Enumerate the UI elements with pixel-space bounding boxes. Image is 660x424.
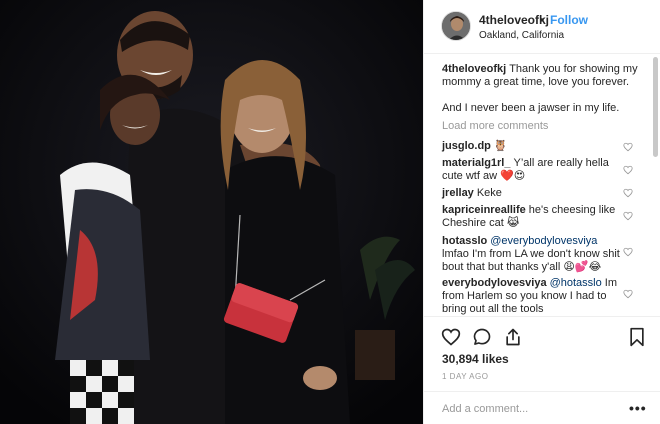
more-options-icon[interactable]: ••• xyxy=(629,400,647,416)
comment-heart-icon[interactable] xyxy=(623,165,633,175)
comment-username[interactable]: hotasslo xyxy=(442,235,487,247)
comment-item: jrellay Keke xyxy=(442,187,622,200)
avatar[interactable] xyxy=(441,11,471,41)
comment-text: 🦉 xyxy=(493,140,508,152)
caption-text-2: And I never been a jawser in my life. xyxy=(442,102,620,114)
comment-username[interactable]: jrellay xyxy=(442,187,474,199)
comments-list[interactable]: 4theloveofkj Thank you for showing my mom… xyxy=(424,55,660,316)
heart-icon xyxy=(441,328,461,346)
header-username[interactable]: 4theloveofkj xyxy=(479,13,549,27)
share-icon xyxy=(506,328,520,346)
follow-button[interactable]: Follow xyxy=(550,13,588,27)
post-photo-image xyxy=(0,0,423,424)
comment-item: everybodylovesviya @hotasslo Im from Harl… xyxy=(442,277,622,316)
comment-item: kapriceinreallife he's cheesing like Ches… xyxy=(442,204,622,230)
load-more-comments-button[interactable]: Load more comments xyxy=(442,120,548,132)
like-button[interactable] xyxy=(441,327,461,347)
comment-text: lmfao I'm from LA we don't know shit bou… xyxy=(442,248,620,273)
post-details-panel: 4theloveofkj • Follow Oakland, Californi… xyxy=(423,0,660,424)
heart-icon xyxy=(623,142,633,152)
comment-username[interactable]: kapriceinreallife xyxy=(442,204,526,216)
comment-text: Keke xyxy=(476,187,502,199)
post-header: 4theloveofkj • Follow Oakland, Californi… xyxy=(424,0,660,54)
avatar-image xyxy=(442,12,470,40)
comment-bubble-icon xyxy=(473,328,491,345)
heart-icon xyxy=(623,247,633,257)
comment-item: hotasslo @everybodylovesviya lmfao I'm fr… xyxy=(442,235,622,274)
post-actions: 30,894 likes 1 DAY AGO ••• xyxy=(424,316,660,424)
likes-count[interactable]: 30,894 likes xyxy=(442,352,509,366)
comment-item: jusglo.dp 🦉 xyxy=(442,140,622,153)
comment-heart-icon[interactable] xyxy=(623,289,633,299)
post-photo[interactable] xyxy=(0,0,423,424)
heart-icon xyxy=(623,289,633,299)
save-button[interactable] xyxy=(627,327,647,347)
comment-heart-icon[interactable] xyxy=(623,142,633,152)
post-caption: 4theloveofkj Thank you for showing my mom… xyxy=(442,63,638,89)
heart-icon xyxy=(623,188,633,198)
comment-mention[interactable]: @everybodylovesviya xyxy=(490,235,597,247)
comment-mention[interactable]: @hotasslo xyxy=(550,277,602,289)
comment-item: materialg1rl_ Y’all are really hella cute… xyxy=(442,157,622,183)
post-timestamp[interactable]: 1 DAY AGO xyxy=(442,372,488,381)
comment-username[interactable]: jusglo.dp xyxy=(442,140,491,152)
comment-heart-icon[interactable] xyxy=(623,188,633,198)
caption-username[interactable]: 4theloveofkj xyxy=(442,63,506,75)
heart-icon xyxy=(623,165,633,175)
add-comment-input[interactable] xyxy=(442,400,622,418)
comments-scrollbar[interactable] xyxy=(653,57,658,157)
comment-heart-icon[interactable] xyxy=(623,247,633,257)
comment-username[interactable]: materialg1rl_ xyxy=(442,157,510,169)
add-comment-bar: ••• xyxy=(424,391,660,424)
share-button[interactable] xyxy=(503,327,523,347)
comment-button[interactable] xyxy=(472,327,492,347)
comment-username[interactable]: everybodylovesviya xyxy=(442,277,547,289)
bookmark-icon xyxy=(630,327,644,347)
location-link[interactable]: Oakland, California xyxy=(479,30,564,41)
comment-heart-icon[interactable] xyxy=(623,211,633,221)
header-separator: • xyxy=(540,13,545,27)
heart-icon xyxy=(623,211,633,221)
